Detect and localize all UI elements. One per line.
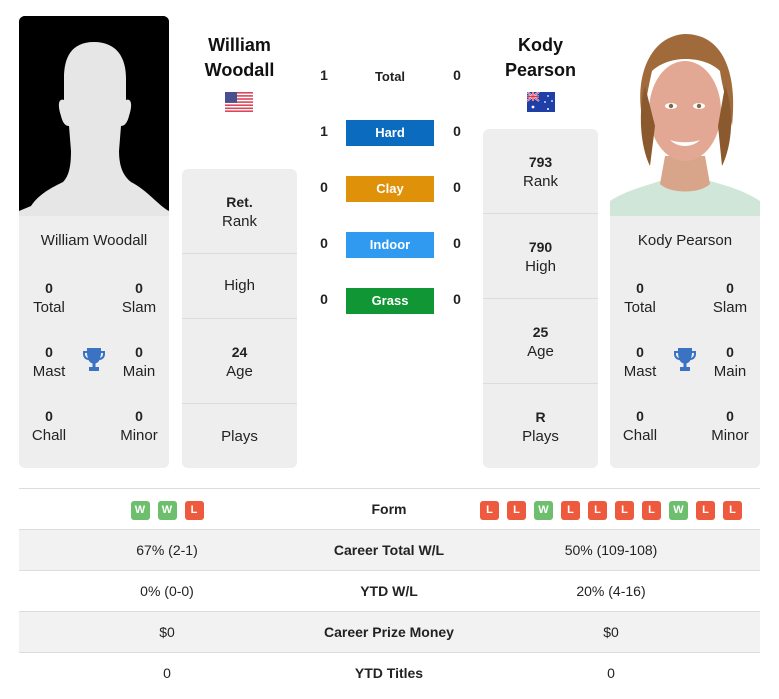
us-flag-icon	[225, 92, 253, 112]
player2-form: LLWLLLLWLL	[463, 489, 759, 529]
player1-stats: Ret. Rank High 24 Age Plays	[182, 169, 297, 468]
form-label: Form	[371, 501, 407, 517]
player2-name[interactable]: Kody Pearson	[483, 33, 598, 83]
player1-rank: Ret. Rank	[221, 194, 258, 230]
surface-clay[interactable]: Clay	[346, 176, 434, 202]
player1-main-titles: 0 Main	[122, 344, 156, 380]
form-win-badge[interactable]: W	[534, 500, 553, 520]
form-win-badge[interactable]: W	[157, 500, 177, 520]
player1-card-name: William Woodall	[40, 232, 148, 249]
player2-prize-money: $0	[603, 624, 619, 640]
player1-minor-titles: 0 Minor	[120, 408, 158, 444]
player2-age: 25 Age	[483, 298, 598, 383]
player2-plays: R Plays	[483, 383, 598, 468]
form-loss-badge[interactable]: L	[615, 500, 634, 520]
prize-money-label: Career Prize Money	[324, 624, 454, 640]
player1-form: WWL	[19, 489, 315, 529]
ytd-titles-label: YTD Titles	[354, 665, 424, 681]
trophy-icon	[674, 348, 696, 371]
player1-slam-titles: 0 Slam	[121, 280, 157, 316]
h2h-grass-p2: 0	[453, 291, 461, 307]
form-loss-badge[interactable]: L	[696, 500, 715, 520]
h2h-total-p2: 0	[453, 67, 461, 83]
player1-career-wl: 67% (2-1)	[136, 542, 198, 558]
player1-ytd-titles: 0	[163, 665, 171, 681]
player2-card-name: Kody Pearson	[637, 232, 733, 249]
form-win-badge[interactable]: W	[130, 500, 150, 520]
player2-stats: 793 Rank 790 High 25 Age R Plays	[483, 129, 598, 468]
form-row: WWL Form LLWLLLLWLL	[19, 488, 760, 529]
player1-ytd-wl: 0% (0-0)	[140, 583, 194, 599]
ytd-wl-row: 0% (0-0) YTD W/L 20% (4-16)	[19, 570, 760, 611]
player1-name[interactable]: William Woodall	[182, 33, 297, 83]
surface-hard[interactable]: Hard	[346, 120, 434, 146]
player1-age: 24 Age	[182, 318, 297, 403]
h2h-clay-p2: 0	[453, 179, 461, 195]
player2-card: Kody Pearson 0 Total 0 Slam 0 Mast 0 Main 0C…	[610, 16, 760, 468]
h2h-total-p1: 1	[320, 67, 328, 83]
player2-minor-titles: 0 Minor	[711, 408, 749, 444]
ytd-titles-row: 0 YTD Titles 0	[19, 652, 760, 693]
player1-mast-titles: 0 Mast	[32, 344, 66, 380]
player2-ytd-titles: 0	[607, 665, 615, 681]
player2-chall-titles: 0 Chall	[622, 408, 658, 444]
trophy-icon	[83, 348, 105, 371]
surface-indoor[interactable]: Indoor	[346, 232, 434, 258]
prize-money-row: $0 Career Prize Money $0	[19, 611, 760, 652]
player1-photo	[19, 16, 169, 216]
player2-total-titles: 0 Total	[624, 280, 656, 316]
form-loss-badge[interactable]: L	[561, 500, 580, 520]
h2h-indoor-p2: 0	[453, 235, 461, 251]
form-loss-badge[interactable]: L	[480, 500, 499, 520]
form-loss-badge[interactable]: L	[507, 500, 526, 520]
surface-grass[interactable]: Grass	[346, 288, 434, 314]
h2h-total-label: Total	[374, 69, 406, 84]
player1-chall-titles: 0 Chall	[31, 408, 67, 444]
player2-career-wl: 50% (109-108)	[564, 542, 658, 558]
form-loss-badge[interactable]: L	[184, 500, 204, 520]
player1-prize-money: $0	[159, 624, 175, 640]
player2-slam-titles: 0 Slam	[712, 280, 748, 316]
form-loss-badge[interactable]: L	[723, 500, 742, 520]
player-photo-icon	[610, 16, 760, 216]
h2h-hard-p2: 0	[453, 123, 461, 139]
player2-rank: 793 Rank	[522, 154, 559, 190]
player2-main-titles: 0 Main	[713, 344, 747, 380]
ytd-wl-label: YTD W/L	[360, 583, 418, 599]
h2h-clay-p1: 0	[320, 179, 328, 195]
silhouette-icon	[19, 16, 169, 216]
form-loss-badge[interactable]: L	[642, 500, 661, 520]
h2h-grass-p1: 0	[320, 291, 328, 307]
form-win-badge[interactable]: W	[669, 500, 688, 520]
player2-ytd-wl: 20% (4-16)	[576, 583, 646, 599]
player2-mast-titles: 0 Mast	[623, 344, 657, 380]
h2h-indoor-p1: 0	[320, 235, 328, 251]
player2-photo	[610, 16, 760, 216]
au-flag-icon	[527, 92, 555, 112]
player1-total-titles: 0 Total	[33, 280, 65, 316]
player1-high: High	[182, 253, 297, 318]
player1-plays: Plays	[182, 403, 297, 468]
career-wl-row: 67% (2-1) Career Total W/L 50% (109-108)	[19, 529, 760, 570]
h2h-hard-p1: 1	[320, 123, 328, 139]
player2-high: 790 High	[483, 213, 598, 298]
career-wl-label: Career Total W/L	[333, 542, 445, 558]
player1-card: William Woodall 0 Total 0 Slam 0 Mast 0 Main…	[19, 16, 169, 468]
form-loss-badge[interactable]: L	[588, 500, 607, 520]
